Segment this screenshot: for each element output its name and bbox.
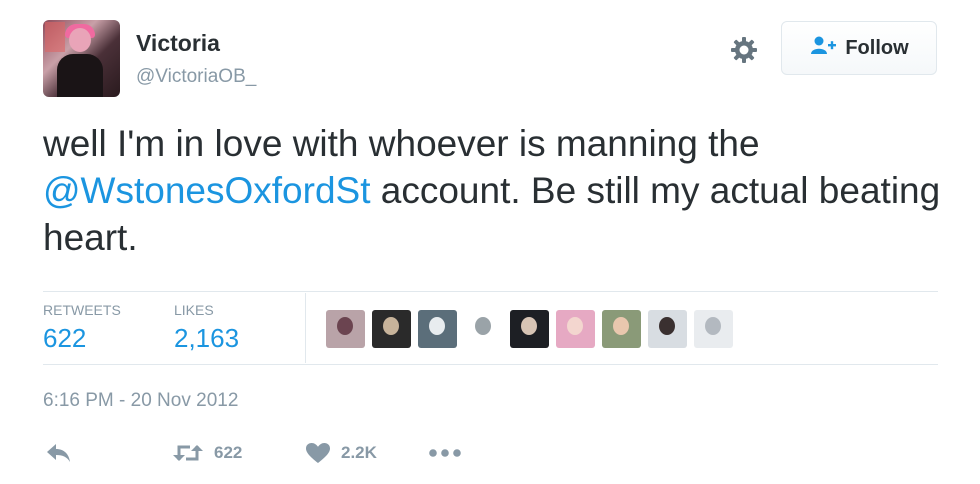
- retweet-button[interactable]: 622: [172, 436, 242, 470]
- avatar-face: [337, 317, 353, 335]
- tweet-text: well I'm in love with whoever is manning…: [43, 120, 943, 261]
- reply-button[interactable]: [45, 436, 73, 470]
- liker-avatar-1[interactable]: [326, 310, 365, 348]
- stats-bottom-divider: [43, 364, 938, 365]
- liker-avatar-6[interactable]: [556, 310, 595, 348]
- liker-avatars: [326, 310, 733, 348]
- liker-avatar-4[interactable]: [464, 310, 503, 348]
- like-button[interactable]: 2.2K: [305, 436, 377, 470]
- user-display-name[interactable]: Victoria: [136, 30, 220, 57]
- more-icon: [428, 448, 462, 458]
- heart-icon: [305, 442, 331, 464]
- retweet-icon: [172, 442, 204, 464]
- stats-vertical-divider: [305, 293, 306, 363]
- liker-avatar-5[interactable]: [510, 310, 549, 348]
- liker-avatar-8[interactable]: [648, 310, 687, 348]
- avatar-face: [383, 317, 399, 335]
- liker-avatar-2[interactable]: [372, 310, 411, 348]
- retweets-count[interactable]: 622: [43, 323, 86, 354]
- avatar-face: [659, 317, 675, 335]
- mention-link[interactable]: @WstonesOxfordSt: [43, 170, 371, 211]
- liker-avatar-9[interactable]: [694, 310, 733, 348]
- more-button[interactable]: [428, 436, 462, 470]
- avatar-face: [69, 28, 91, 52]
- liker-avatar-3[interactable]: [418, 310, 457, 348]
- reply-icon: [45, 442, 73, 464]
- retweets-label: RETWEETS: [43, 302, 121, 318]
- like-count: 2.2K: [341, 443, 377, 462]
- avatar-face: [613, 317, 629, 335]
- avatar-background-sign: [45, 22, 65, 52]
- user-handle[interactable]: @VictoriaOB_: [136, 66, 256, 88]
- retweet-count: 622: [214, 443, 243, 462]
- avatar-face: [475, 317, 491, 335]
- user-avatar[interactable]: [43, 20, 120, 97]
- tweet-timestamp[interactable]: 6:16 PM - 20 Nov 2012: [43, 390, 238, 412]
- avatar-face: [567, 317, 583, 335]
- gear-icon[interactable]: [728, 34, 760, 66]
- avatar-face: [705, 317, 721, 335]
- likes-label: LIKES: [174, 302, 214, 318]
- avatar-face: [521, 317, 537, 335]
- likes-count[interactable]: 2,163: [174, 323, 239, 354]
- add-user-icon: [809, 35, 837, 61]
- liker-avatar-7[interactable]: [602, 310, 641, 348]
- avatar-face: [429, 317, 445, 335]
- follow-button[interactable]: Follow: [781, 21, 937, 75]
- follow-button-label: Follow: [845, 36, 909, 59]
- stats-top-divider: [43, 291, 938, 292]
- tweet-text-before: well I'm in love with whoever is manning…: [43, 123, 760, 164]
- avatar-body: [57, 54, 103, 97]
